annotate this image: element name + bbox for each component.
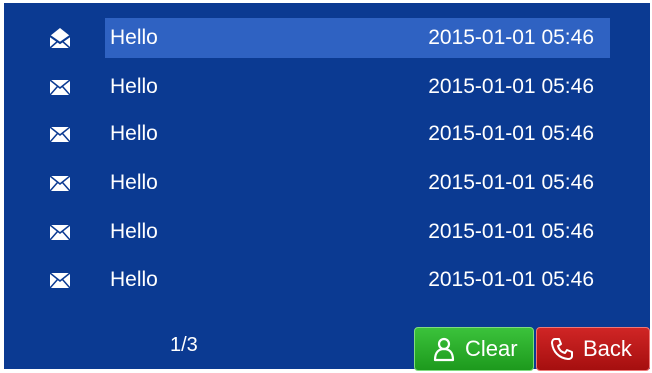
- message-date: 2015-01-01 05:46: [428, 75, 594, 98]
- envelope-icon: [49, 224, 71, 241]
- message-row[interactable]: Hello 2015-01-01 05:46: [4, 114, 650, 154]
- message-subject: Hello: [110, 75, 158, 98]
- clear-button[interactable]: Clear: [414, 327, 534, 371]
- envelope-icon: [49, 79, 71, 96]
- message-row[interactable]: Hello 2015-01-01 05:46: [4, 18, 650, 58]
- message-subject: Hello: [110, 220, 158, 243]
- clear-button-label: Clear: [465, 336, 518, 361]
- message-date: 2015-01-01 05:46: [428, 26, 594, 49]
- back-button[interactable]: Back: [536, 327, 650, 371]
- message-list-screen: Hello 2015-01-01 05:46 Hello 2015-01-01 …: [4, 3, 650, 371]
- message-date: 2015-01-01 05:46: [428, 171, 594, 194]
- message-subject: Hello: [110, 268, 158, 291]
- message-date: 2015-01-01 05:46: [428, 220, 594, 243]
- person-icon: [433, 337, 455, 362]
- envelope-icon: [49, 175, 71, 192]
- message-date: 2015-01-01 05:46: [428, 122, 594, 145]
- message-subject: Hello: [110, 26, 158, 49]
- message-row[interactable]: Hello 2015-01-01 05:46: [4, 212, 650, 252]
- phone-icon: [551, 338, 573, 360]
- message-row[interactable]: Hello 2015-01-01 05:46: [4, 163, 650, 203]
- message-subject: Hello: [110, 171, 158, 194]
- message-row[interactable]: Hello 2015-01-01 05:46: [4, 260, 650, 300]
- message-row[interactable]: Hello 2015-01-01 05:46: [4, 67, 650, 107]
- message-subject: Hello: [110, 122, 158, 145]
- envelope-icon: [49, 126, 71, 143]
- envelope-icon: [49, 272, 71, 289]
- back-button-label: Back: [583, 336, 632, 361]
- page-indicator: 1/3: [170, 334, 198, 356]
- message-date: 2015-01-01 05:46: [428, 268, 594, 291]
- envelope-open-icon: [49, 28, 71, 49]
